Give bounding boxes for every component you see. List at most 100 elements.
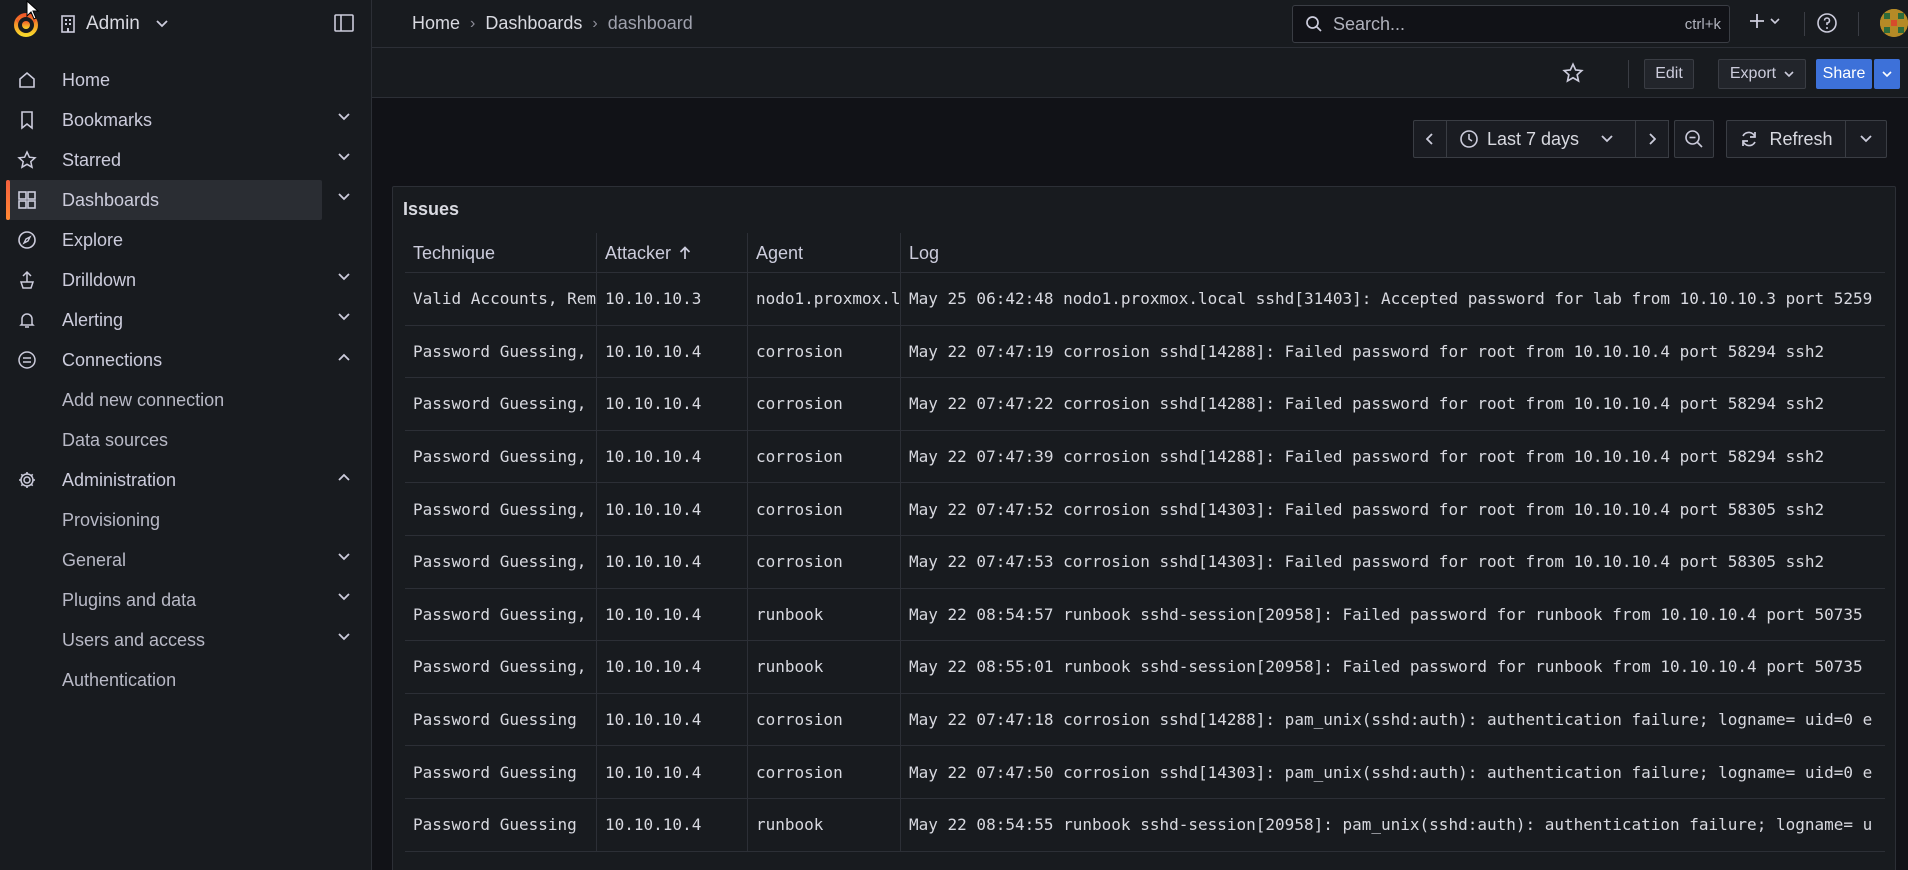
chevron-down-icon[interactable]: [338, 153, 350, 161]
table-row[interactable]: Password Guessing, 10.10.10.4 corrosion May…: [405, 378, 1885, 431]
nav-explore[interactable]: Explore: [0, 220, 371, 260]
nav-add-new-connection[interactable]: Add new connection: [0, 380, 371, 420]
agent-cell: corrosion: [748, 325, 901, 378]
new-menu-button[interactable]: [1748, 12, 1780, 30]
technique-cell: Password Guessing: [405, 798, 597, 851]
divider: [1858, 12, 1859, 36]
nav-connections[interactable]: Connections: [0, 340, 371, 380]
agent-cell: corrosion: [748, 746, 901, 798]
chevron-down-icon[interactable]: [338, 313, 350, 321]
log-cell: May 22 07:47:52 corrosion sshd[14303]: F…: [909, 499, 1825, 519]
table-row[interactable]: Password Guessing, 10.10.10.4 runbook May 2…: [405, 641, 1885, 694]
search-input[interactable]: [1333, 13, 1653, 35]
nav-label: Drilldown: [62, 269, 137, 290]
log-cell: May 22 08:55:01 runbook sshd-session[209…: [909, 657, 1863, 677]
help-icon[interactable]: [1816, 12, 1838, 34]
chevron-down-icon: [1601, 135, 1613, 143]
table-row[interactable]: Password Guessing 10.10.10.4 runbook May 22…: [405, 798, 1885, 852]
column-label: Technique: [413, 242, 496, 263]
connections-icon: [18, 351, 36, 369]
nav-administration[interactable]: Administration: [0, 460, 371, 500]
edit-button[interactable]: Edit: [1644, 59, 1694, 89]
chevron-down-icon: [156, 20, 168, 28]
log-cell: May 22 08:54:55 runbook sshd-session[209…: [909, 815, 1873, 835]
nav-label: Data sources: [62, 429, 169, 450]
search-icon: [1306, 16, 1322, 32]
nav-alerting[interactable]: Alerting: [0, 300, 371, 340]
divider: [1804, 12, 1805, 36]
main-nav: Home Bookmarks Starred Dashboards Explor…: [0, 60, 371, 700]
nav-users-and-access[interactable]: Users and access: [0, 620, 371, 660]
star-icon[interactable]: [1562, 62, 1584, 84]
nav-general[interactable]: General: [0, 540, 371, 580]
column-label: Attacker: [605, 242, 672, 263]
chevron-up-icon[interactable]: [338, 353, 350, 361]
agent-cell: nodo1.proxmox.l: [748, 273, 901, 325]
star-icon: [17, 150, 37, 169]
attacker-cell: 10.10.10.4: [597, 535, 748, 588]
chevron-up-icon[interactable]: [338, 473, 350, 481]
attacker-cell: 10.10.10.4: [597, 588, 748, 641]
drilldown-icon: [19, 270, 35, 289]
nav-label: Administration: [62, 469, 177, 490]
attacker-cell: 10.10.10.4: [597, 378, 748, 430]
table-row[interactable]: Password Guessing 10.10.10.4 corrosion May …: [405, 746, 1885, 799]
nav-authentication[interactable]: Authentication: [0, 660, 371, 700]
share-button[interactable]: Share: [1816, 59, 1872, 89]
nav-bookmarks[interactable]: Bookmarks: [0, 100, 371, 140]
nav-dashboards[interactable]: Dashboards: [0, 180, 371, 220]
time-shift-back-button[interactable]: [1413, 120, 1447, 158]
column-header-technique[interactable]: Technique: [405, 233, 597, 273]
breadcrumb-dashboards[interactable]: Dashboards: [485, 13, 582, 34]
breadcrumb-home[interactable]: Home: [412, 13, 460, 34]
chevron-down-icon[interactable]: [338, 633, 350, 641]
org-switcher[interactable]: Admin: [60, 13, 168, 35]
refresh-interval-picker[interactable]: [1845, 120, 1887, 158]
log-cell: May 22 07:47:19 corrosion sshd[14288]: F…: [909, 341, 1825, 361]
nav-plugins-and-data[interactable]: Plugins and data: [0, 580, 371, 620]
user-avatar-icon: [1880, 9, 1908, 37]
column-header-attacker[interactable]: Attacker: [597, 233, 748, 273]
table-row[interactable]: Valid Accounts, Rem 10.10.10.3 nodo1.proxm…: [405, 273, 1885, 326]
table-row[interactable]: Password Guessing 10.10.10.4 corrosion May …: [405, 693, 1885, 747]
compass-icon: [18, 231, 36, 249]
chevron-down-icon[interactable]: [338, 113, 350, 121]
share-options-button[interactable]: [1874, 59, 1900, 89]
log-cell: May 22 08:54:57 runbook sshd-session[209…: [909, 604, 1863, 624]
column-header-log[interactable]: Log: [901, 233, 1885, 273]
table-row[interactable]: Password Guessing, 10.10.10.4 corrosion May…: [405, 483, 1885, 536]
clock-icon: [1460, 130, 1478, 148]
dock-sidebar-icon[interactable]: [334, 14, 354, 32]
attacker-cell: 10.10.10.4: [597, 693, 748, 746]
nav-drilldown[interactable]: Drilldown: [0, 260, 371, 300]
breadcrumb-current: dashboard: [607, 13, 693, 33]
column-header-agent[interactable]: Agent: [748, 233, 901, 273]
avatar[interactable]: [1880, 9, 1908, 37]
search-box[interactable]: ctrl+k: [1292, 5, 1730, 43]
chevron-down-icon[interactable]: [338, 193, 350, 201]
chevron-down-icon[interactable]: [338, 593, 350, 601]
table-row[interactable]: Password Guessing, 10.10.10.4 corrosion May…: [405, 325, 1885, 379]
table-row[interactable]: Password Guessing, 10.10.10.4 corrosion May…: [405, 430, 1885, 484]
dashboards-grid-icon: [18, 191, 36, 209]
zoom-out-button[interactable]: [1674, 120, 1714, 158]
building-icon: [61, 15, 75, 33]
nav-provisioning[interactable]: Provisioning: [0, 500, 371, 540]
export-button[interactable]: Export: [1718, 59, 1806, 89]
nav-home[interactable]: Home: [0, 60, 371, 100]
panel-title[interactable]: Issues: [403, 199, 459, 220]
time-shift-forward-button[interactable]: [1635, 120, 1669, 158]
nav-starred[interactable]: Starred: [0, 140, 371, 180]
table-row[interactable]: Password Guessing, 10.10.10.4 corrosion May…: [405, 535, 1885, 589]
technique-cell: Password Guessing,: [405, 483, 597, 535]
topbar: Home › Dashboards › dashboard ctrl+k: [372, 0, 1908, 48]
chevron-down-icon[interactable]: [338, 273, 350, 281]
nav-data-sources[interactable]: Data sources: [0, 420, 371, 460]
refresh-label: Refresh: [1769, 128, 1833, 149]
table-row[interactable]: Password Guessing, 10.10.10.4 runbook May 2…: [405, 588, 1885, 642]
refresh-button[interactable]: Refresh: [1726, 120, 1846, 158]
time-range-picker[interactable]: Last 7 days: [1446, 120, 1636, 158]
sidebar: Admin Home Bookmarks Starred Dashboards …: [0, 0, 372, 870]
chevron-down-icon[interactable]: [338, 553, 350, 561]
bookmark-icon: [21, 111, 33, 130]
